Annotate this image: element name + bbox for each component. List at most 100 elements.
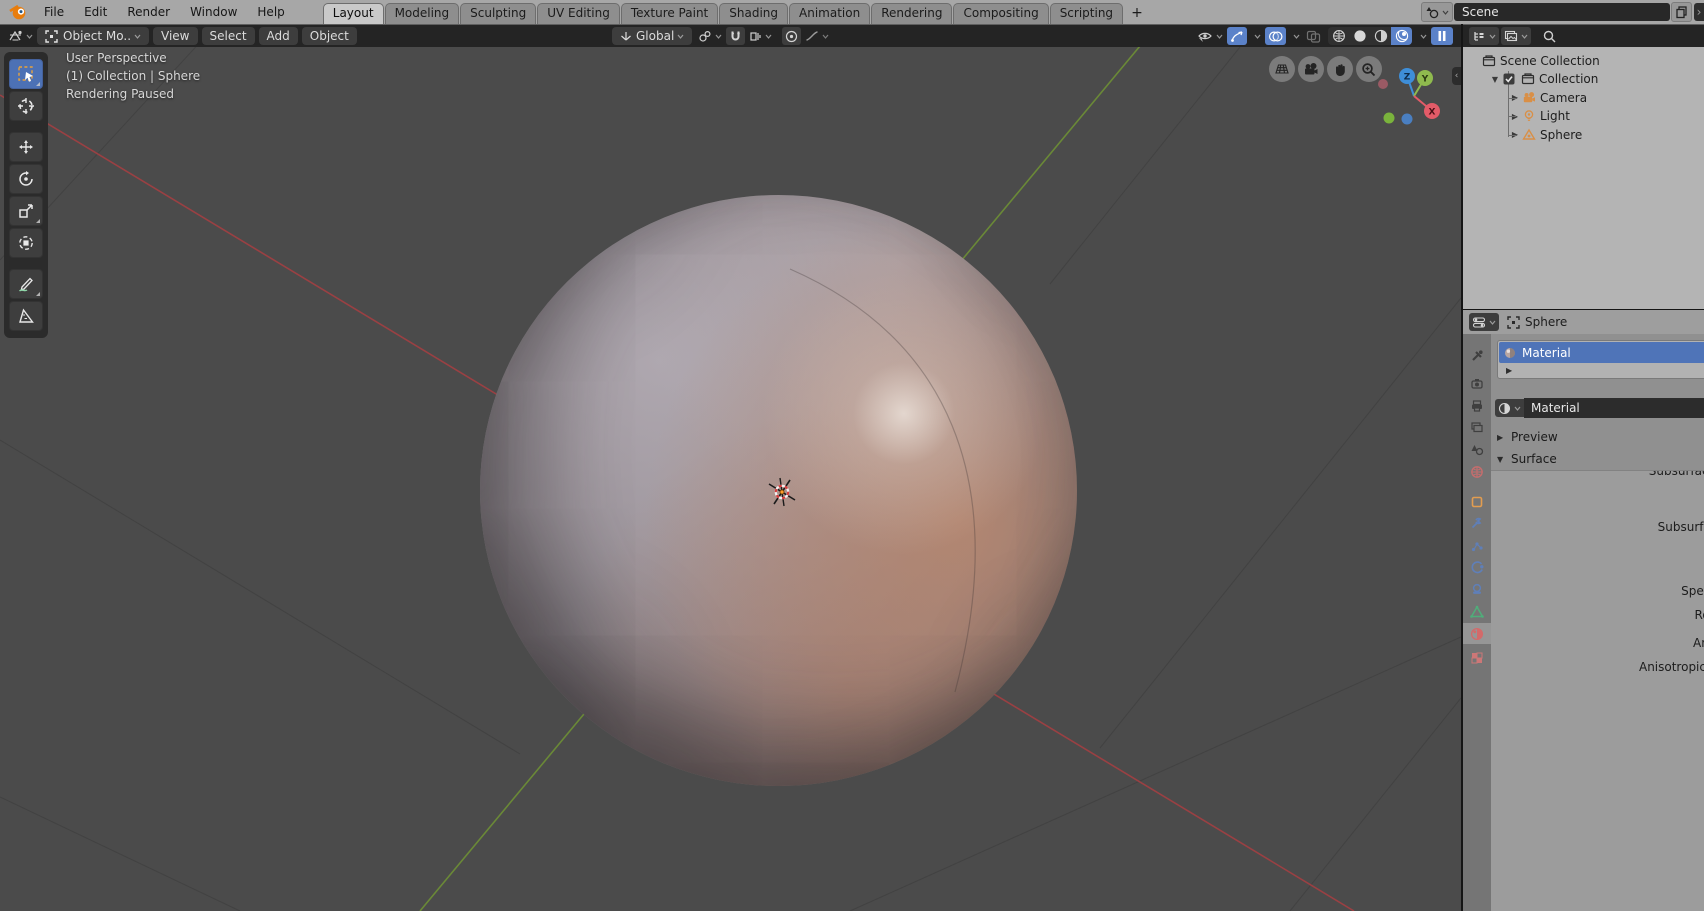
outliner-search-icon[interactable] <box>1541 27 1558 45</box>
outliner-row-camera[interactable]: ▶Camera <box>1509 89 1587 107</box>
viewport-menu-select[interactable]: Select <box>202 27 255 45</box>
outliner-row-sphere[interactable]: ▶Sphere <box>1509 126 1582 144</box>
slot-specials-arrow[interactable]: ▶ <box>1506 366 1512 375</box>
properties-tab-material[interactable] <box>1463 623 1491 644</box>
snap-toggle[interactable] <box>726 27 745 45</box>
properties-tab-output[interactable] <box>1463 395 1491 416</box>
gizmos-toggle[interactable] <box>1227 27 1247 45</box>
outliner-row-scene-collection[interactable]: Scene Collection <box>1469 52 1600 70</box>
3d-viewport[interactable]: User Perspective (1) Collection | Sphere… <box>0 47 1461 911</box>
gizmo-neg-z[interactable] <box>1402 114 1413 125</box>
properties-tab-render[interactable] <box>1463 373 1491 394</box>
collapse-panel-arrow[interactable]: ‹ <box>1452 67 1461 85</box>
disclosure-down-icon[interactable]: ▼ <box>1489 75 1501 84</box>
viewport-menu-add[interactable]: Add <box>259 27 298 45</box>
gizmo-x[interactable]: X <box>1424 103 1440 119</box>
tool-select-box-button[interactable] <box>9 59 43 89</box>
workspace-tab-rendering[interactable]: Rendering <box>871 3 952 24</box>
tool-rotate-button[interactable] <box>9 164 43 194</box>
mode-selector[interactable]: Object Mo.. <box>37 27 149 45</box>
browse-material-button[interactable] <box>1495 399 1524 417</box>
viewport-menu-object[interactable]: Object <box>302 27 357 45</box>
editor-type-button[interactable] <box>6 27 35 45</box>
tool-annotate-button[interactable] <box>9 269 43 299</box>
proportional-editing-toggle[interactable] <box>782 27 801 45</box>
overlays-dropdown[interactable] <box>1288 27 1302 45</box>
properties-tab-texture[interactable] <box>1463 647 1491 668</box>
new-scene-button[interactable] <box>1671 2 1692 22</box>
add-workspace-button[interactable]: + <box>1124 4 1150 24</box>
unlink-scene-button[interactable]: › <box>1694 3 1704 21</box>
gizmo-neg-y[interactable] <box>1384 113 1395 124</box>
menu-window[interactable]: Window <box>180 0 247 24</box>
tool-measure-button[interactable] <box>9 301 43 331</box>
nav-orthographic-grid-button[interactable] <box>1269 56 1295 82</box>
transform-orientation-dropdown[interactable]: Global <box>612 27 692 45</box>
properties-tab-constraints[interactable] <box>1463 579 1491 600</box>
menu-help[interactable]: Help <box>247 0 294 24</box>
workspace-tab-shading[interactable]: Shading <box>719 3 788 24</box>
material-name-field[interactable]: Material <box>1524 398 1704 418</box>
tool-scale-button[interactable] <box>9 196 43 226</box>
menu-file[interactable]: File <box>34 0 74 24</box>
shading-wireframe-button[interactable] <box>1328 27 1349 45</box>
gizmo-z[interactable]: Z <box>1399 68 1415 84</box>
surface-panel-header[interactable]: ▼ Surface <box>1491 452 1704 466</box>
properties-tab-physics[interactable] <box>1463 557 1491 578</box>
pause-render-button[interactable] <box>1431 27 1453 45</box>
outliner-row-collection[interactable]: ▼Collection <box>1489 70 1598 88</box>
navigation-gizmo[interactable]: Z Y X <box>1374 60 1454 132</box>
workspace-tab-modeling[interactable]: Modeling <box>385 3 460 24</box>
outliner-display-mode-dropdown[interactable] <box>1469 27 1499 45</box>
scene-name-field[interactable]: Scene <box>1454 3 1670 21</box>
menu-render[interactable]: Render <box>117 0 180 24</box>
workspace-tab-compositing[interactable]: Compositing <box>953 3 1048 24</box>
gizmos-dropdown[interactable] <box>1249 27 1263 45</box>
snap-target-dropdown[interactable] <box>747 27 774 45</box>
viewport-snap-cluster: Global <box>612 27 833 45</box>
tool-cursor-button[interactable] <box>9 91 43 121</box>
properties-tab-modifiers[interactable] <box>1463 513 1491 534</box>
workspace-tab-sculpting[interactable]: Sculpting <box>460 3 536 24</box>
nav-pan-hand-button[interactable] <box>1327 56 1353 82</box>
visibility-dropdown[interactable] <box>1195 27 1225 45</box>
blender-logo-icon[interactable] <box>8 3 28 21</box>
proportional-falloff-dropdown[interactable] <box>803 27 831 45</box>
shading-solid-button[interactable] <box>1349 27 1370 45</box>
scene-browse-button[interactable] <box>1421 2 1453 22</box>
outliner-filter-dropdown[interactable] <box>1501 27 1531 45</box>
shading-dropdown[interactable] <box>1415 27 1429 45</box>
properties-header: Sphere <box>1463 309 1704 334</box>
collection-checkbox[interactable] <box>1501 72 1517 86</box>
workspace-tab-scripting[interactable]: Scripting <box>1050 3 1123 24</box>
material-slot-selected[interactable]: Material <box>1499 342 1704 363</box>
gizmo-y[interactable]: Y <box>1417 70 1433 86</box>
workspace-tab-uv-editing[interactable]: UV Editing <box>537 3 620 24</box>
preview-panel-header[interactable]: ▶ Preview <box>1491 430 1704 444</box>
workspace-tab-texture-paint[interactable]: Texture Paint <box>621 3 718 24</box>
shading-material-preview-button[interactable] <box>1370 27 1391 45</box>
properties-tab-particles[interactable] <box>1463 535 1491 556</box>
menu-edit[interactable]: Edit <box>74 0 117 24</box>
tool-move-button[interactable] <box>9 132 43 162</box>
overlays-toggle[interactable] <box>1265 27 1286 45</box>
nav-camera-view-button[interactable] <box>1298 56 1324 82</box>
snap-pivot-dropdown[interactable] <box>696 27 724 45</box>
properties-tab-object[interactable] <box>1463 491 1491 512</box>
properties-tab-world[interactable] <box>1463 461 1491 482</box>
properties-tab-view-layer[interactable] <box>1463 417 1491 438</box>
editor-divider[interactable] <box>1461 24 1463 911</box>
properties-editor-type-button[interactable] <box>1469 313 1499 331</box>
gizmo-neg-x[interactable] <box>1378 79 1388 89</box>
workspace-tab-layout[interactable]: Layout <box>323 3 384 24</box>
xray-toggle[interactable] <box>1304 27 1323 45</box>
properties-tab-object-data[interactable] <box>1463 601 1491 622</box>
viewport-menu-view[interactable]: View <box>153 27 197 45</box>
properties-tab-tool[interactable] <box>1463 345 1491 366</box>
properties-tab-scene[interactable] <box>1463 439 1491 460</box>
material-sphere-icon <box>1504 347 1516 359</box>
shading-rendered-button[interactable] <box>1391 27 1412 45</box>
tool-transform-button[interactable] <box>9 228 43 258</box>
workspace-tab-animation[interactable]: Animation <box>789 3 870 24</box>
outliner-row-light[interactable]: ▶Light <box>1509 107 1570 125</box>
